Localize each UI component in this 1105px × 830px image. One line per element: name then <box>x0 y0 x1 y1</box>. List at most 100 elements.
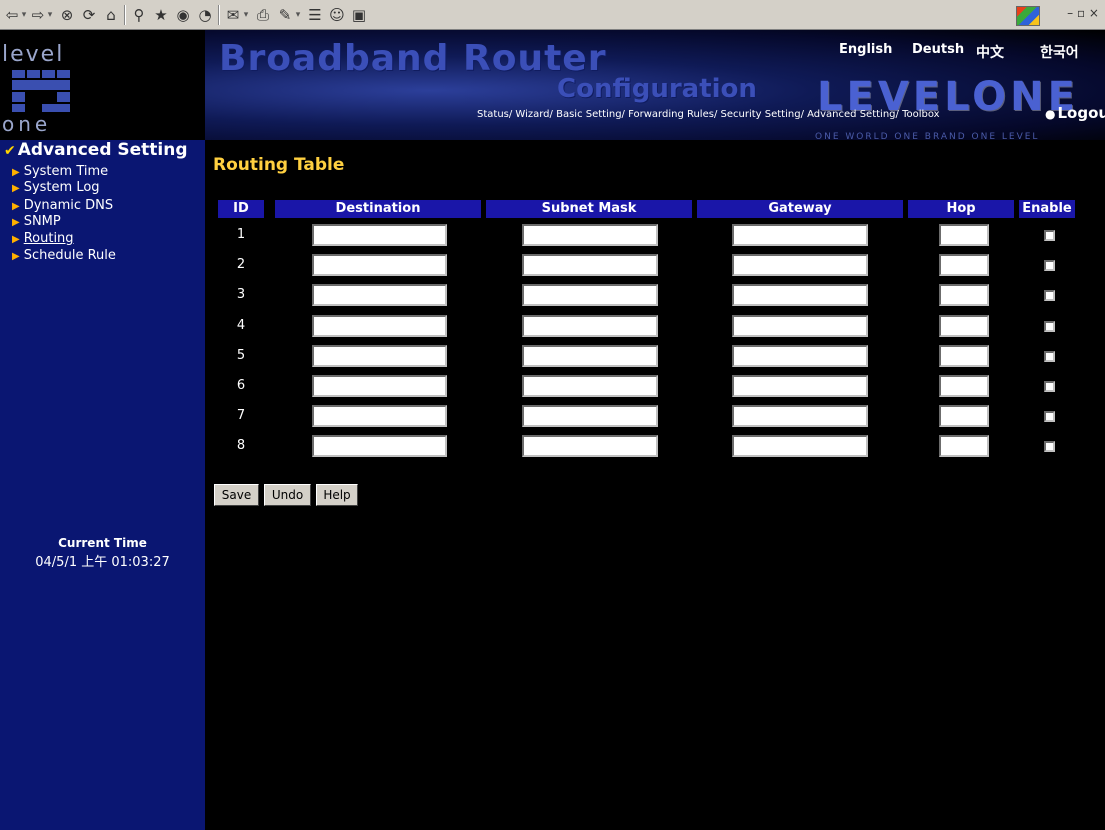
mail-dropdown-icon[interactable]: ▾ <box>242 6 250 24</box>
home-icon[interactable]: ⌂ <box>102 6 120 24</box>
back-icon[interactable]: ⇦ <box>4 6 20 24</box>
gateway-input[interactable] <box>732 224 868 246</box>
gateway-input[interactable] <box>732 435 868 457</box>
windows-logo-icon <box>1016 6 1040 26</box>
destination-input[interactable] <box>312 284 447 306</box>
sidebar-item-snmp[interactable]: ▶ SNMP <box>12 214 61 230</box>
destination-input[interactable] <box>312 224 447 246</box>
window-controls[interactable]: – ▫ × <box>1067 6 1099 20</box>
hop-input[interactable] <box>939 405 989 427</box>
lang-chinese-link[interactable]: 中文 <box>976 42 1004 62</box>
destination-input[interactable] <box>312 405 447 427</box>
nav-basic-setting-link[interactable]: Basic Setting/ <box>556 109 625 120</box>
nav-advanced-setting-link[interactable]: Advanced Setting/ <box>807 109 899 120</box>
enable-checkbox[interactable] <box>1044 381 1055 392</box>
help-button[interactable]: Help <box>316 484 358 506</box>
destination-input[interactable] <box>312 254 447 276</box>
destination-input[interactable] <box>312 315 447 337</box>
nav-status-link[interactable]: Status/ <box>477 109 512 120</box>
column-header-destination: Destination <box>275 200 481 218</box>
messenger-icon[interactable]: ☺ <box>328 6 346 24</box>
save-button[interactable]: Save <box>214 484 259 506</box>
subnet-mask-input[interactable] <box>522 254 658 276</box>
mail-icon[interactable]: ✉ <box>224 6 242 24</box>
current-time-label: Current Time <box>58 536 147 550</box>
research-icon[interactable]: ▣ <box>350 6 368 24</box>
nav-wizard-link[interactable]: Wizard/ <box>515 109 552 120</box>
media-icon[interactable]: ◉ <box>174 6 192 24</box>
subnet-mask-input[interactable] <box>522 284 658 306</box>
row-id: 1 <box>236 227 246 242</box>
undo-button[interactable]: Undo <box>264 484 311 506</box>
refresh-icon[interactable]: ⟳ <box>80 6 98 24</box>
nav-security-setting-link[interactable]: Security Setting/ <box>721 109 804 120</box>
forward-icon[interactable]: ⇨ <box>30 6 46 24</box>
enable-checkbox[interactable] <box>1044 321 1055 332</box>
toolbar-separator <box>218 5 220 25</box>
hop-input[interactable] <box>939 435 989 457</box>
subnet-mask-input[interactable] <box>522 405 658 427</box>
sidebar-item-system-time[interactable]: ▶ System Time <box>12 164 108 180</box>
checkmark-icon: ✔ <box>4 143 16 159</box>
column-header-hop: Hop <box>908 200 1014 218</box>
lang-korean-link[interactable]: 한국어 <box>1040 42 1079 62</box>
sidebar-item-routing[interactable]: ▶ Routing <box>12 231 74 247</box>
edit-dropdown-icon[interactable]: ▾ <box>294 6 302 24</box>
row-id: 8 <box>236 438 246 453</box>
enable-checkbox[interactable] <box>1044 230 1055 241</box>
subnet-mask-input[interactable] <box>522 315 658 337</box>
subnet-mask-input[interactable] <box>522 224 658 246</box>
lang-deutsch-link[interactable]: Deutsh <box>912 42 964 57</box>
gateway-input[interactable] <box>732 375 868 397</box>
hop-input[interactable] <box>939 375 989 397</box>
row-id: 4 <box>236 318 246 333</box>
sidebar-item-system-log[interactable]: ▶ System Log <box>12 180 100 196</box>
gateway-input[interactable] <box>732 405 868 427</box>
row-id: 7 <box>236 408 246 423</box>
sidebar-item-label: SNMP <box>23 214 61 229</box>
sidebar-item-label: Routing <box>23 231 74 246</box>
back-dropdown-icon[interactable]: ▾ <box>20 6 28 24</box>
logout-link[interactable]: ●Logout <box>1045 104 1105 122</box>
forward-dropdown-icon[interactable]: ▾ <box>46 6 54 24</box>
subnet-mask-input[interactable] <box>522 375 658 397</box>
row-id: 3 <box>236 287 246 302</box>
gateway-input[interactable] <box>732 345 868 367</box>
nav-toolbox-link[interactable]: Toolbox <box>902 109 940 120</box>
stop-icon[interactable]: ⊗ <box>58 6 76 24</box>
enable-checkbox[interactable] <box>1044 290 1055 301</box>
subnet-mask-input[interactable] <box>522 345 658 367</box>
header-banner: Broadband Router Configuration LEVELONE … <box>205 30 1105 140</box>
sidebar-item-dynamic-dns[interactable]: ▶ Dynamic DNS <box>12 198 113 214</box>
history-icon[interactable]: ◔ <box>196 6 214 24</box>
enable-checkbox[interactable] <box>1044 411 1055 422</box>
logo-text-one: one <box>2 112 52 136</box>
enable-checkbox[interactable] <box>1044 441 1055 452</box>
discuss-icon[interactable]: ☰ <box>306 6 324 24</box>
favorites-icon[interactable]: ★ <box>152 6 170 24</box>
arrow-right-icon: ▶ <box>12 167 20 178</box>
destination-input[interactable] <box>312 435 447 457</box>
logo-text-level: level <box>2 42 65 67</box>
enable-checkbox[interactable] <box>1044 260 1055 271</box>
gateway-input[interactable] <box>732 254 868 276</box>
destination-input[interactable] <box>312 375 447 397</box>
subnet-mask-input[interactable] <box>522 435 658 457</box>
column-header-gateway: Gateway <box>697 200 903 218</box>
gateway-input[interactable] <box>732 284 868 306</box>
enable-checkbox[interactable] <box>1044 351 1055 362</box>
hop-input[interactable] <box>939 345 989 367</box>
banner-subtitle: Configuration <box>557 74 757 104</box>
hop-input[interactable] <box>939 284 989 306</box>
search-icon[interactable]: ⚲ <box>130 6 148 24</box>
hop-input[interactable] <box>939 254 989 276</box>
print-icon[interactable]: ⎙ <box>254 6 272 24</box>
lang-english-link[interactable]: English <box>839 42 892 57</box>
gateway-input[interactable] <box>732 315 868 337</box>
hop-input[interactable] <box>939 224 989 246</box>
hop-input[interactable] <box>939 315 989 337</box>
sidebar-item-schedule-rule[interactable]: ▶ Schedule Rule <box>12 248 116 264</box>
nav-forwarding-rules-link[interactable]: Forwarding Rules/ <box>628 109 717 120</box>
destination-input[interactable] <box>312 345 447 367</box>
edit-icon[interactable]: ✎ <box>276 6 294 24</box>
